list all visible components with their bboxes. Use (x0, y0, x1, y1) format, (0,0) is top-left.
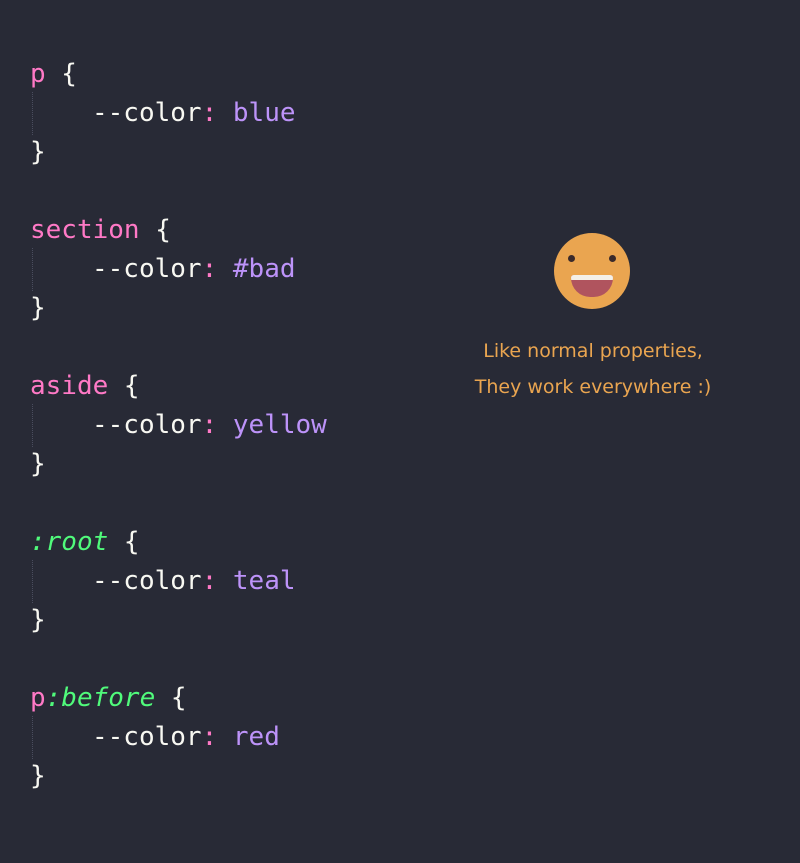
property-name: --color (92, 254, 202, 284)
code-editor: p { --color: blue } section { --color: #… (30, 55, 327, 796)
open-brace: { (155, 683, 187, 713)
pseudo-selector: :before (45, 683, 156, 713)
rule-open-line: aside { (30, 367, 327, 406)
declaration-line: --color: teal (30, 560, 327, 603)
open-brace: { (45, 59, 77, 89)
declaration-line: --color: blue (30, 92, 327, 135)
property-name: --color (92, 722, 202, 752)
open-brace: { (139, 215, 171, 245)
property-value: blue (232, 98, 296, 128)
close-brace: } (30, 605, 46, 635)
close-brace: } (30, 761, 46, 791)
rule-open-line: :root { (30, 523, 327, 562)
smiley-face-icon (554, 233, 630, 309)
colon: : (201, 722, 218, 752)
rule-close-line: } (30, 133, 327, 172)
property-value: #bad (232, 254, 296, 284)
selector: p (30, 683, 46, 713)
colon: : (201, 410, 218, 440)
open-brace: { (108, 371, 140, 401)
right-eye (609, 255, 616, 262)
close-brace: } (30, 449, 46, 479)
rule-open-line: p { (30, 55, 327, 94)
colon: : (201, 254, 218, 284)
rule-close-line: } (30, 601, 327, 640)
property-name: --color (92, 98, 202, 128)
declaration-line: --color: red (30, 716, 327, 759)
rule-close-line: } (30, 289, 327, 328)
mouth (571, 275, 613, 297)
colon: : (201, 98, 218, 128)
property-value: yellow (232, 410, 327, 440)
pseudo-selector: :root (30, 527, 109, 557)
close-brace: } (30, 137, 46, 167)
property-value: red (232, 722, 280, 752)
selector: p (30, 59, 46, 89)
teeth (571, 275, 613, 280)
declaration-line: --color: #bad (30, 248, 327, 291)
rule-close-line: } (30, 445, 327, 484)
left-eye (568, 255, 575, 262)
colon: : (201, 566, 218, 596)
property-name: --color (92, 566, 202, 596)
declaration-line: --color: yellow (30, 404, 327, 447)
close-brace: } (30, 293, 46, 323)
annotation-line-1: Like normal properties, (483, 340, 703, 362)
open-brace: { (108, 527, 140, 557)
rule-open-line: p:before { (30, 679, 327, 718)
selector: section (30, 215, 140, 245)
selector: aside (30, 371, 109, 401)
property-name: --color (92, 410, 202, 440)
property-value: teal (232, 566, 296, 596)
rule-close-line: } (30, 757, 327, 796)
annotation-line-2: They work everywhere :) (474, 376, 712, 398)
rule-open-line: section { (30, 211, 327, 250)
